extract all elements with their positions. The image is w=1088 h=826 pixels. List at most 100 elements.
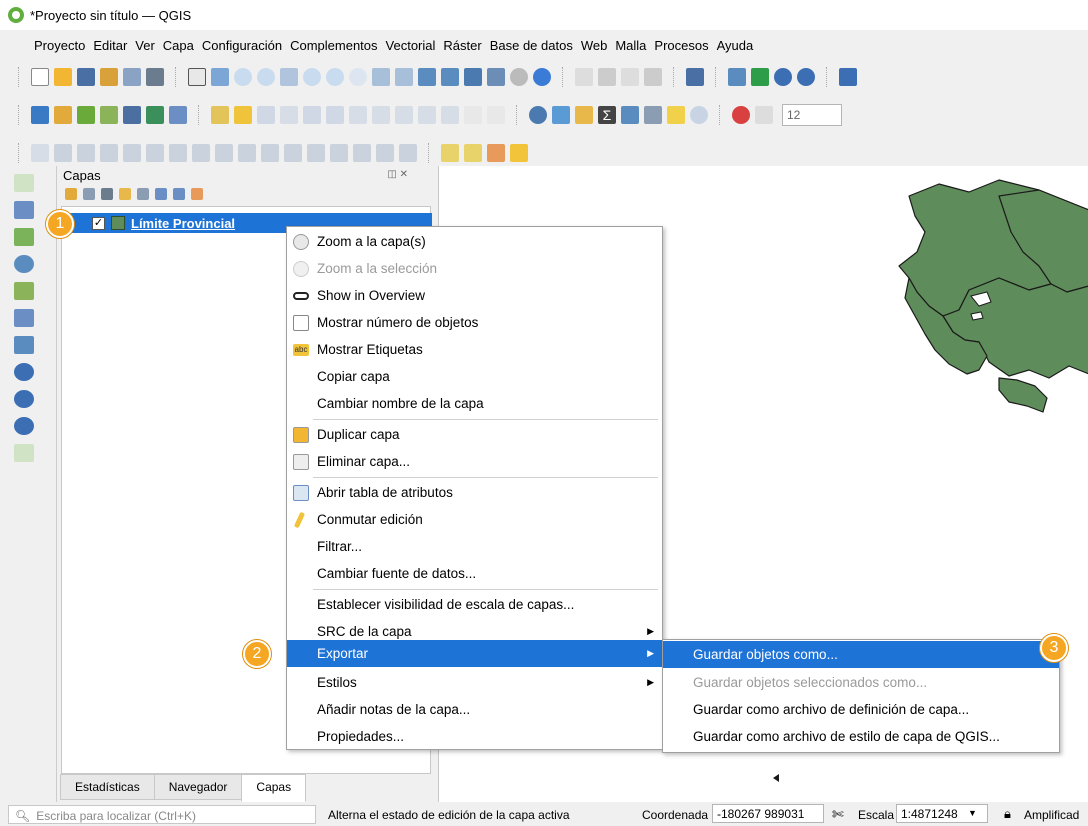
snapping-icon[interactable] [732,106,750,124]
submenu-item-save-qgis-style[interactable]: Guardar como archivo de estilo de capa d… [663,723,1059,750]
zoom-in-icon[interactable] [234,68,252,86]
highlight-labels-icon[interactable] [100,144,118,162]
new-spatialite-layer-icon[interactable] [123,106,141,124]
move-label-icon[interactable] [123,144,141,162]
layout-manager-icon[interactable] [123,68,141,86]
menu-editar[interactable]: Editar [93,38,127,53]
cut-features-icon[interactable] [395,106,413,124]
rotate-label-icon[interactable] [146,144,164,162]
menu-item-open-attribute-table[interactable]: Abrir tabla de atributos [287,479,662,506]
merge-features-icon[interactable] [353,144,371,162]
menu-ver[interactable]: Ver [135,38,155,53]
menu-item-filter[interactable]: Filtrar... [287,533,662,560]
menu-item-duplicate-layer[interactable]: Duplicar capa [287,421,662,448]
menu-item-styles[interactable]: Estilos ▶ [287,669,662,696]
snapping-options-icon[interactable] [755,106,773,124]
statistics-sum-icon[interactable]: Σ [598,106,616,124]
measure-line-icon[interactable] [644,106,662,124]
paste-features-icon[interactable] [441,106,459,124]
expand-all-icon[interactable] [155,188,167,200]
pan-map-icon[interactable] [188,68,206,86]
split-features-icon[interactable] [330,144,348,162]
manage-visibility-icon[interactable] [101,188,113,200]
feature-count-checkbox[interactable] [293,315,309,331]
menu-item-add-layer-notes[interactable]: Añadir notas de la capa... [287,696,662,723]
style-manager-icon[interactable] [146,68,164,86]
delete-selected-icon[interactable] [372,106,390,124]
menu-raster[interactable]: Ráster [443,38,481,53]
metasearch-icon[interactable] [774,68,792,86]
zoom-to-layer-icon[interactable] [326,68,344,86]
simplify-icon[interactable] [307,144,325,162]
toggle-editing-icon[interactable] [234,106,252,124]
temporal-controller-icon[interactable] [510,68,528,86]
menu-item-show-labels[interactable]: abc Mostrar Etiquetas [287,336,662,363]
zoom-out-icon[interactable] [257,68,275,86]
open-project-icon[interactable] [54,68,72,86]
new-temporary-layer-icon[interactable] [100,106,118,124]
data-source-manager-icon[interactable] [31,106,49,124]
filter-legend-icon[interactable] [119,188,131,200]
save-layer-edits-icon[interactable] [257,106,275,124]
rotate-point-symbols-icon[interactable] [261,144,279,162]
annotation-form-icon[interactable] [598,68,616,86]
add-spatialite-icon[interactable] [14,309,34,327]
menu-item-show-feature-count[interactable]: Mostrar número de objetos [287,309,662,336]
menu-base-de-datos[interactable]: Base de datos [490,38,573,53]
add-delimited-text-icon[interactable] [14,255,34,273]
change-label-icon[interactable] [169,144,187,162]
new-3d-map-view-icon[interactable] [441,68,459,86]
python-console-icon[interactable] [728,68,746,86]
open-layer-styling-icon[interactable] [65,188,77,200]
menu-proyecto[interactable]: Proyecto [34,38,85,53]
menu-web[interactable]: Web [581,38,608,53]
menu-item-rename-layer[interactable]: Cambiar nombre de la capa [287,390,662,417]
new-bookmark-icon[interactable] [464,68,482,86]
menu-item-show-in-overview[interactable]: Show in Overview [287,282,662,309]
redo-icon[interactable] [487,106,505,124]
help-icon[interactable] [839,68,857,86]
move-diagram-icon[interactable] [215,144,233,162]
tab-capas[interactable]: Capas [241,774,307,802]
copy-features-icon[interactable] [418,106,436,124]
add-group-icon[interactable] [83,188,95,200]
scale-dropdown-icon[interactable]: ▼ [968,808,977,818]
add-raster-layer-icon[interactable] [14,201,34,219]
merge-attributes-icon[interactable] [376,144,394,162]
menu-capa[interactable]: Capa [163,38,194,53]
add-wcs-icon[interactable] [14,417,34,435]
modify-attributes-icon[interactable] [349,106,367,124]
menu-vectorial[interactable]: Vectorial [386,38,436,53]
collapse-all-icon[interactable] [173,188,185,200]
menu-item-toggle-editing[interactable]: Conmutar edición [287,506,662,533]
tab-navegador[interactable]: Navegador [153,774,243,800]
digitize-line-icon[interactable] [280,106,298,124]
submenu-item-save-selected-features-as[interactable]: Guardar objetos seleccionados como... [663,669,1059,696]
filter-by-expression-icon[interactable] [137,188,149,200]
menu-ayuda[interactable]: Ayuda [717,38,754,53]
menu-item-remove-layer[interactable]: Eliminar capa... [287,448,662,475]
field-calculator-icon[interactable] [575,106,593,124]
submenu-item-save-layer-definition[interactable]: Guardar como archivo de definición de ca… [663,696,1059,723]
show-bookmarks-icon[interactable] [487,68,505,86]
menu-complementos[interactable]: Complementos [290,38,377,53]
add-wms-icon[interactable] [14,363,34,381]
new-project-icon[interactable] [31,68,49,86]
menu-item-set-scale-visibility[interactable]: Establecer visibilidad de escala de capa… [287,591,662,618]
annotation-html-icon[interactable] [621,68,639,86]
layer-name[interactable]: Límite Provincial [131,216,235,231]
processing-toolbox-icon[interactable] [751,68,769,86]
add-geopackage-icon[interactable] [14,282,34,300]
menu-item-copy-layer[interactable]: Copiar capa [287,363,662,390]
tab-estadisticas[interactable]: Estadísticas [60,774,155,800]
annotation-svg-icon[interactable] [644,68,662,86]
locator-search-input[interactable]: 🔍︎ Escriba para localizar (Ctrl+K) [8,805,316,824]
menu-item-zoom-to-selection[interactable]: Zoom a la selección [287,255,662,282]
menu-item-zoom-to-layer[interactable]: Zoom a la capa(s) [287,228,662,255]
zoom-native-icon[interactable] [349,68,367,86]
panel-close-icon[interactable]: ◫ ✕ [387,169,408,180]
current-edits-icon[interactable] [211,106,229,124]
identify-features-icon[interactable] [529,106,547,124]
menu-malla[interactable]: Malla [615,38,646,53]
new-shapefile-layer-icon[interactable] [77,106,95,124]
